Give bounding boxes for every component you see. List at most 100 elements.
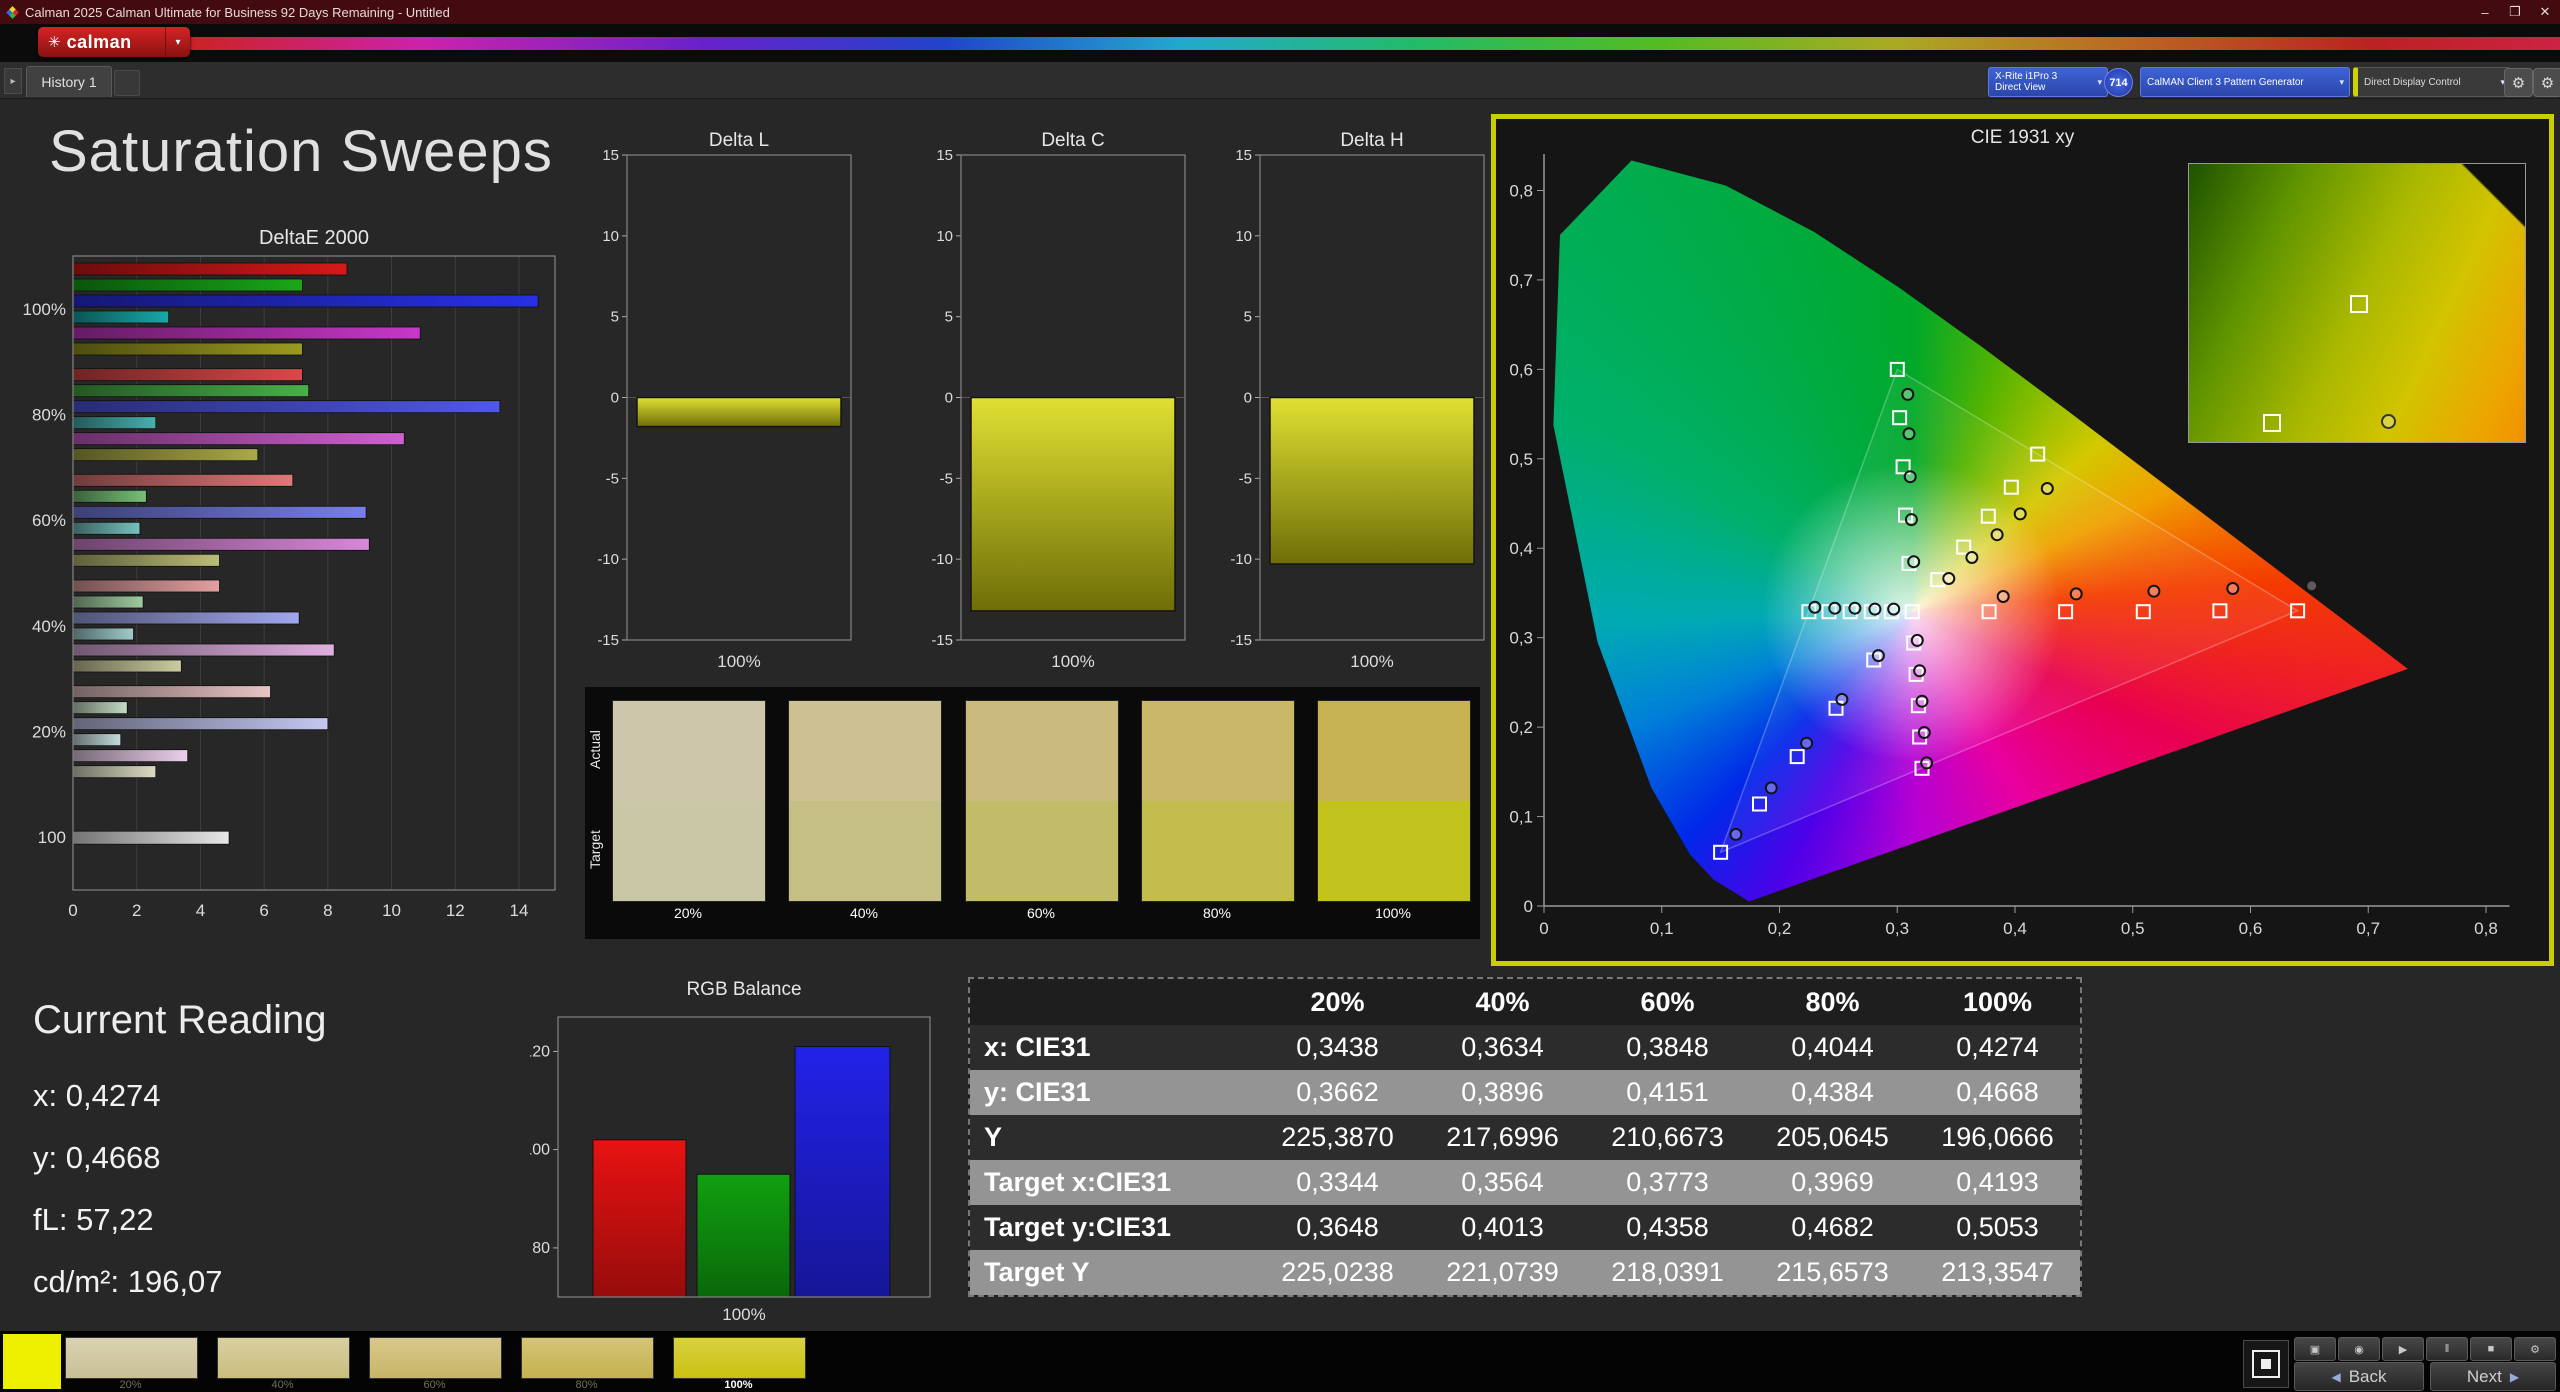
patch-button-80%[interactable] [521, 1337, 654, 1379]
table-cell: 0,3773 [1626, 1167, 1709, 1197]
meter-selector-button[interactable]: X-Rite i1Pro 3 Direct View ▾ [1988, 67, 2108, 97]
pause-icon[interactable]: ‖ [2426, 1337, 2468, 1361]
table-cell: 205,0645 [1776, 1122, 1889, 1152]
patch-button-20%[interactable] [65, 1337, 198, 1379]
back-arrow-icon: ◀ [2331, 1369, 2341, 1384]
swatch-column-label: 80% [1202, 905, 1232, 921]
svg-text:100: 100 [38, 828, 66, 847]
svg-text:0,6: 0,6 [1509, 360, 1533, 379]
cie-zoom-inset [2188, 163, 2526, 443]
deltae-bar [72, 368, 303, 382]
svg-text:10: 10 [602, 228, 619, 245]
stop-icon[interactable]: ■ [2470, 1337, 2512, 1361]
table-cell: 0,3438 [1296, 1032, 1379, 1062]
inset-target-square [2350, 294, 2369, 313]
pattern-generator-button[interactable]: CalMAN Client 3 Pattern Generator ▾ [2140, 67, 2350, 97]
patch-button-60%[interactable] [369, 1337, 502, 1379]
next-button[interactable]: Next ▶ [2430, 1362, 2556, 1391]
svg-text:5: 5 [945, 309, 953, 326]
svg-text:12: 12 [446, 901, 465, 920]
cie-measured-circle [2040, 482, 2054, 495]
maximize-button[interactable]: ❐ [2500, 0, 2530, 24]
svg-text:100: 100 [530, 1142, 550, 1159]
patch-label: 80% [575, 1379, 598, 1391]
deltae-bar [72, 326, 421, 340]
patch-button-100%[interactable] [673, 1337, 806, 1379]
record-icon[interactable]: ◉ [2338, 1337, 2380, 1361]
svg-text:15: 15 [602, 147, 619, 164]
deltae-bar [72, 473, 294, 487]
settings-gear-button[interactable]: ⚙ [2504, 68, 2533, 97]
svg-text:0,7: 0,7 [2356, 919, 2380, 938]
display-control-button[interactable]: Direct Display Control ▾ [2353, 67, 2511, 97]
rgb-balance-chart: RGB Balance 120 100 80 100% [530, 979, 931, 1324]
chevron-down-icon[interactable]: ▾ [165, 27, 190, 57]
cie-measured-circle [2226, 582, 2240, 595]
svg-text:2: 2 [132, 901, 141, 920]
rgb-bar-red [592, 1139, 687, 1298]
rgb-bar-green [696, 1173, 791, 1298]
svg-text:0: 0 [611, 390, 619, 407]
history-expand-icon[interactable]: ▸ [4, 68, 22, 94]
deltae-bar [72, 765, 157, 779]
tab-history-1[interactable]: History 1 [26, 66, 112, 97]
tab-stub[interactable] [114, 70, 140, 96]
tab-bar: ▸ History 1 X-Rite i1Pro 3 Direct View ▾… [0, 62, 2560, 99]
cie-measured-circle [2147, 584, 2161, 598]
svg-text:10: 10 [382, 901, 401, 920]
workflow-gear-button[interactable]: ⚙ [2533, 68, 2560, 97]
minimize-button[interactable]: – [2470, 0, 2500, 24]
screen-icon[interactable]: ▣ [2294, 1337, 2336, 1361]
svg-text:6: 6 [259, 901, 268, 920]
svg-text:5: 5 [611, 309, 619, 326]
table-cell: 0,3648 [1296, 1212, 1379, 1242]
inset-target-square [2262, 414, 2281, 433]
svg-text:0,4: 0,4 [1509, 539, 1533, 558]
cie-measured-circle [1996, 590, 2010, 603]
calman-menu-button[interactable]: ✳ calman ▾ [38, 27, 190, 57]
deltae-bar [72, 310, 169, 324]
reading-cdm2: cd/m²: 196,07 [33, 1264, 223, 1299]
svg-text:-10: -10 [931, 551, 953, 568]
table-header-row: 20% 40% 60% 80% 100% [970, 979, 2080, 1025]
table-row: Y 225,3870 217,6996 210,6673 205,0645 196,066… [970, 1115, 2080, 1160]
table-row: Target x:CIE31 0,3344 0,3564 0,3773 0,3969 0,… [970, 1160, 2080, 1205]
deltae-bar [72, 537, 370, 551]
play-icon[interactable]: ▶ [2382, 1337, 2424, 1361]
table-cell: 0,5053 [1956, 1212, 2039, 1242]
table-cell: 221,0739 [1446, 1257, 1559, 1287]
table-header-cell: 40% [1475, 986, 1530, 1017]
cie-measured-circle [1965, 551, 1979, 564]
svg-text:15: 15 [936, 147, 953, 164]
title-bar: Calman 2025 Calman Ultimate for Business… [0, 0, 2560, 24]
table-cell: 0,3848 [1626, 1032, 1709, 1062]
meter-mode: Direct View [1995, 82, 2046, 93]
app-icon [6, 5, 19, 19]
svg-text:0,5: 0,5 [1509, 450, 1533, 469]
cie-measured-circle [1764, 781, 1778, 795]
svg-text:40%: 40% [32, 617, 66, 636]
deltae-bar [72, 717, 329, 731]
settings-icon[interactable]: ⚙ [2514, 1337, 2556, 1361]
cie-measured-circle [2305, 579, 2319, 593]
close-button[interactable]: ✕ [2530, 0, 2560, 24]
patch-button-40%[interactable] [217, 1337, 350, 1379]
svg-text:0,1: 0,1 [1650, 919, 1674, 938]
cie-measured-circle [1904, 513, 1918, 527]
table-cell: 218,0391 [1611, 1257, 1724, 1287]
meter-count-badge[interactable]: 714 [2104, 68, 2133, 97]
target-row-label: Target [587, 830, 603, 870]
swatch-column-label: 20% [673, 905, 703, 921]
actual-swatch [1142, 701, 1294, 801]
pattern-window-button[interactable] [2243, 1340, 2289, 1388]
back-button[interactable]: ◀ Back [2294, 1362, 2424, 1391]
table-cell: 0,4358 [1626, 1212, 1709, 1242]
svg-text:60%: 60% [32, 511, 66, 530]
svg-text:-5: -5 [940, 470, 953, 487]
swatch-column-label: 60% [1026, 905, 1056, 921]
cie-measured-circle [1808, 600, 1822, 614]
next-arrow-icon: ▶ [2509, 1369, 2520, 1384]
deltae-bar [72, 643, 335, 657]
svg-text:RGB Balance: RGB Balance [686, 979, 801, 1000]
cie-measured-circle [1913, 664, 1927, 678]
